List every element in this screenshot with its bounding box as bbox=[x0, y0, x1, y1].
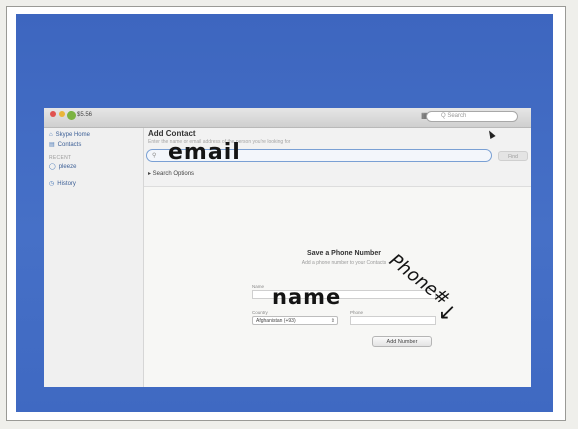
save-phone-title: Save a Phone Number bbox=[307, 250, 381, 257]
recent-header: RECENT bbox=[49, 155, 72, 161]
search-icon: ⚲ bbox=[152, 153, 157, 159]
sidebar-item-history[interactable]: ◷ History bbox=[49, 180, 76, 188]
sidebar: ⌂ Skype Home ▤ Contacts RECENT ◯ pleeze … bbox=[44, 128, 144, 387]
country-label: Country bbox=[252, 310, 268, 315]
minimize-button[interactable] bbox=[59, 111, 65, 117]
chat-icon: ◯ bbox=[49, 164, 56, 170]
chevron-down-icon: ⇕ bbox=[330, 318, 335, 324]
search-options-toggle[interactable]: ▸ Search Options bbox=[148, 170, 194, 177]
contacts-icon: ▤ bbox=[49, 142, 55, 148]
sidebar-item-label: pleeze bbox=[58, 163, 77, 170]
sidebar-item-contacts[interactable]: ▤ Contacts bbox=[49, 141, 82, 149]
sidebar-item-label: Skype Home bbox=[55, 132, 90, 138]
find-button[interactable]: Find bbox=[498, 151, 528, 161]
phone-label: Phone bbox=[350, 310, 364, 315]
country-select[interactable]: Afghanistan (+93) ⇕ bbox=[252, 316, 338, 325]
phone-field[interactable] bbox=[350, 316, 436, 325]
handwritten-arrow: ↙ bbox=[438, 300, 457, 325]
main-panel: Add Contact Enter the name or email addr… bbox=[144, 128, 531, 387]
skype-window: $5.56 ▦ Q Search ⌂ Skype Home ▤ Contacts… bbox=[44, 108, 531, 387]
global-search-input[interactable]: Q Search bbox=[426, 111, 518, 122]
credit-balance[interactable]: $5.56 bbox=[77, 112, 92, 118]
sidebar-item-label: History bbox=[57, 180, 76, 187]
sidebar-item-label: Contacts bbox=[57, 141, 82, 148]
clock-icon: ◷ bbox=[49, 181, 55, 187]
page-title: Add Contact bbox=[148, 129, 196, 138]
avatar[interactable] bbox=[67, 111, 76, 120]
home-icon: ⌂ bbox=[49, 132, 53, 138]
close-button[interactable] bbox=[50, 111, 56, 117]
add-number-button[interactable]: Add Number bbox=[372, 336, 432, 347]
name-label: Name bbox=[252, 284, 265, 289]
sidebar-item-pleeze[interactable]: ◯ pleeze bbox=[49, 163, 77, 171]
country-value: Afghanistan (+93) bbox=[256, 318, 296, 324]
handwritten-email-note: email bbox=[168, 140, 241, 165]
sidebar-item-skype-home[interactable]: ⌂ Skype Home bbox=[49, 132, 90, 138]
handwritten-name-note: name bbox=[272, 285, 342, 309]
title-bar: $5.56 ▦ Q Search bbox=[44, 108, 531, 128]
